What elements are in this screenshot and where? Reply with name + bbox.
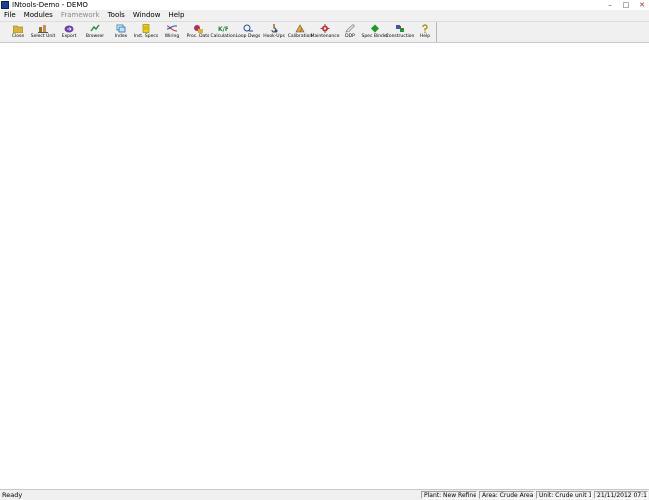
status-area: Area: Crude Area [479,491,534,499]
toolbar-label: Spec Binder [361,34,389,39]
export-icon [64,24,74,33]
toolbar-label: Close [11,34,25,39]
toolbar-label: Browser [85,34,105,39]
toolbar-label: Maintenance [310,34,340,39]
help-icon [420,24,430,33]
toolbar-browser-button[interactable]: Browser [84,22,106,42]
window-title: INtools-Demo - DEMO [12,1,88,9]
menu-framework: Framework [60,11,100,19]
toolbar-label: Index [114,34,128,39]
toolbar-inst-specs-button[interactable]: Inst. Specs [133,22,159,42]
svg-text:K/F: K/F [218,26,228,33]
app-icon [1,1,9,9]
wiring-icon [167,24,177,33]
plant-unit-icon [38,24,48,33]
toolbar-label: Loop Dwgs [235,34,261,39]
toolbar-label: Proc. Dats [186,34,210,39]
toolbar-proc-dats-button[interactable]: Proc. Dats [187,22,209,42]
toolbar-label: Calculation [210,34,236,39]
index-icon [116,24,126,33]
construction-icon [395,24,405,33]
toolbar-calculation-button[interactable]: K/F Calculation [210,22,236,42]
toolbar-spec-binder-button[interactable]: Spec Binder [361,22,389,42]
toolbar-label: Hook-Ups [263,34,285,39]
menu-bar: File Modules Framework Tools Window Help [0,10,649,22]
process-data-icon [193,24,203,33]
status-plant: Plant: New Refinery [421,491,477,499]
toolbar-label: Wiring [164,34,180,39]
toolbar-maintenance-button[interactable]: Maintenance [311,22,340,42]
mdi-client-area[interactable] [0,43,649,488]
menu-file[interactable]: File [0,10,20,21]
toolbar-index-button[interactable]: Index [110,22,132,42]
toolbar-label: DDP [345,34,355,39]
menu-tools[interactable]: Tools [104,10,129,21]
toolbar-loop-dwgs-button[interactable]: Loop Dwgs [235,22,261,42]
spec-sheet-icon [141,24,151,33]
maximize-button[interactable]: □ [619,1,633,9]
title-bar: INtools-Demo - DEMO – □ ✕ [0,0,649,10]
window-controls: – □ ✕ [601,0,649,10]
toolbar-label: Select Unit [30,34,56,39]
minimize-button[interactable]: – [603,1,617,9]
status-unit: Unit: Crude unit 1 [536,491,592,499]
close-window-button[interactable]: ✕ [635,1,649,9]
toolbar-button-group: Close Select Unit Export Browser Index I… [2,22,437,42]
toolbar-export-button[interactable]: Export [58,22,80,42]
maintenance-icon [320,24,330,33]
toolbar: Close Select Unit Export Browser Index I… [0,22,649,43]
toolbar-label: Export [61,34,77,39]
ddp-pencil-icon [345,24,355,33]
status-datetime: 21/11/2012 07:17 [594,491,648,499]
toolbar-label: Inst. Specs [133,34,159,39]
folder-icon [13,24,23,33]
toolbar-construction-button[interactable]: Construction [386,22,414,42]
toolbar-select-unit-button[interactable]: Select Unit [30,22,56,42]
toolbar-help-button[interactable]: Help [414,22,436,42]
menu-help[interactable]: Help [164,10,188,21]
toolbar-label: Calibration [287,34,313,39]
menu-modules[interactable]: Modules [20,10,57,21]
menu-window[interactable]: Window [129,10,165,21]
calibration-icon [295,24,305,33]
toolbar-label: Help [419,34,431,39]
toolbar-hook-ups-button[interactable]: Hook-Ups [263,22,285,42]
toolbar-ddp-button[interactable]: DDP [339,22,361,42]
spec-binder-icon [370,24,380,33]
toolbar-label: Construction [385,34,415,39]
browser-icon [90,24,100,33]
toolbar-wiring-button[interactable]: Wiring [161,22,183,42]
toolbar-calibration-button[interactable]: Calibration [287,22,313,42]
toolbar-close-button[interactable]: Close [7,22,29,42]
hook-up-icon [269,24,279,33]
status-bar: Ready Plant: New Refinery Area: Crude Ar… [0,489,649,500]
calculation-icon: K/F [218,24,228,33]
loop-drawing-icon [243,24,253,33]
